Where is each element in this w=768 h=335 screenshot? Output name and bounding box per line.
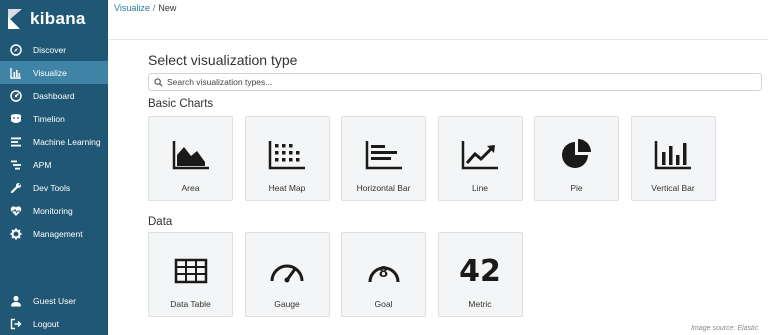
sidebar-item-label: Discover	[33, 44, 67, 55]
vertical-bar-icon	[654, 129, 692, 181]
sidebar-item-label: Dashboard	[33, 90, 75, 101]
sidebar-item-timelion[interactable]: Timelion	[0, 107, 108, 130]
line-chart-icon	[461, 129, 499, 181]
sidebar: kibana Discover Visualize Dashboard Time…	[0, 0, 108, 335]
sidebar-item-machine-learning[interactable]: Machine Learning	[0, 130, 108, 153]
sidebar-item-label: Visualize	[33, 67, 67, 78]
sidebar-item-guest-user[interactable]: Guest User	[0, 289, 108, 312]
kibana-logo-icon	[8, 9, 24, 29]
search-input[interactable]	[167, 77, 727, 87]
area-chart-icon	[172, 129, 210, 181]
card-label: Horizontal Bar	[356, 183, 411, 193]
gear-icon	[9, 227, 22, 240]
card-heat-map[interactable]: Heat Map	[244, 116, 330, 201]
gauge-icon	[268, 245, 306, 297]
breadcrumb-separator: /	[152, 3, 156, 13]
sidebar-item-label: Management	[33, 228, 83, 239]
goal-value: 8	[379, 264, 388, 282]
card-label: Line	[471, 183, 489, 193]
card-label: Area	[181, 183, 200, 193]
timelion-icon	[9, 112, 22, 125]
sidebar-item-label: Guest User	[33, 295, 76, 306]
search-icon	[154, 77, 163, 87]
breadcrumb-current: New	[158, 3, 177, 13]
card-horizontal-bar[interactable]: Horizontal Bar	[341, 116, 426, 201]
data-grid: Data Table Gauge 8 Goal 42 Metric	[148, 232, 764, 317]
card-label: Heat Map	[268, 183, 306, 193]
wrench-icon	[9, 181, 22, 194]
sidebar-item-label: Machine Learning	[33, 136, 101, 147]
compass-icon	[9, 43, 22, 56]
apm-icon	[9, 158, 22, 171]
card-line[interactable]: Line	[437, 116, 523, 201]
card-area[interactable]: Area	[148, 116, 233, 201]
sidebar-item-monitoring[interactable]: Monitoring	[0, 199, 108, 222]
basic-charts-heading: Basic Charts	[148, 98, 214, 110]
sidebar-item-dev-tools[interactable]: Dev Tools	[0, 176, 108, 199]
sidebar-item-management[interactable]: Management	[0, 222, 108, 245]
sidebar-item-label: Dev Tools	[33, 182, 71, 193]
card-label: Goal	[374, 299, 393, 309]
kibana-logo[interactable]: kibana	[0, 0, 108, 38]
heartbeat-icon	[9, 204, 22, 217]
user-icon	[9, 294, 22, 307]
heat-map-icon	[268, 129, 306, 181]
sidebar-item-label: Timelion	[33, 113, 65, 124]
sidebar-item-logout[interactable]: Logout	[0, 312, 108, 335]
app-name: kibana	[30, 9, 86, 28]
dashboard-icon	[9, 89, 22, 102]
main-content: Select visualization type Basic Charts A…	[148, 52, 764, 317]
metric-icon: 42	[459, 245, 501, 297]
sidebar-item-label: APM	[33, 159, 52, 170]
machine-learning-icon	[9, 135, 22, 148]
table-icon	[174, 245, 208, 297]
goal-icon: 8	[365, 245, 403, 297]
card-pie[interactable]: Pie	[534, 116, 619, 201]
breadcrumb-visualize-link[interactable]: Visualize	[114, 3, 150, 13]
sidebar-item-discover[interactable]: Discover	[0, 38, 108, 61]
card-metric[interactable]: 42 Metric	[437, 232, 523, 317]
page-title: Select visualization type	[148, 52, 298, 68]
card-label: Metric	[468, 299, 492, 309]
data-heading: Data	[148, 216, 173, 228]
card-goal[interactable]: 8 Goal	[341, 232, 426, 317]
image-source-note: Image source: Elastic	[691, 325, 758, 332]
card-label: Gauge	[274, 299, 300, 309]
pie-chart-icon	[558, 129, 596, 181]
sidebar-item-label: Monitoring	[33, 205, 73, 216]
metric-value: 42	[459, 253, 501, 289]
horizontal-bar-icon	[365, 129, 403, 181]
card-label: Data Table	[170, 299, 211, 309]
card-data-table[interactable]: Data Table	[148, 232, 233, 317]
sidebar-item-visualize[interactable]: Visualize	[0, 61, 108, 84]
breadcrumb: Visualize / New	[114, 3, 176, 13]
logout-icon	[9, 317, 22, 330]
card-vertical-bar[interactable]: Vertical Bar	[630, 116, 716, 201]
card-gauge[interactable]: Gauge	[244, 232, 330, 317]
card-label: Vertical Bar	[651, 183, 695, 193]
sidebar-bottom: Guest User Logout	[0, 289, 108, 335]
sidebar-item-dashboard[interactable]: Dashboard	[0, 84, 108, 107]
card-label: Pie	[570, 183, 583, 193]
top-bar: Visualize / New	[108, 0, 768, 40]
bar-chart-icon	[9, 66, 22, 79]
search-box[interactable]	[148, 73, 762, 91]
sidebar-item-label: Logout	[33, 318, 59, 329]
basic-charts-grid: Area Heat Map Horizontal Bar Line Pie Ve…	[148, 116, 764, 201]
sidebar-item-apm[interactable]: APM	[0, 153, 108, 176]
